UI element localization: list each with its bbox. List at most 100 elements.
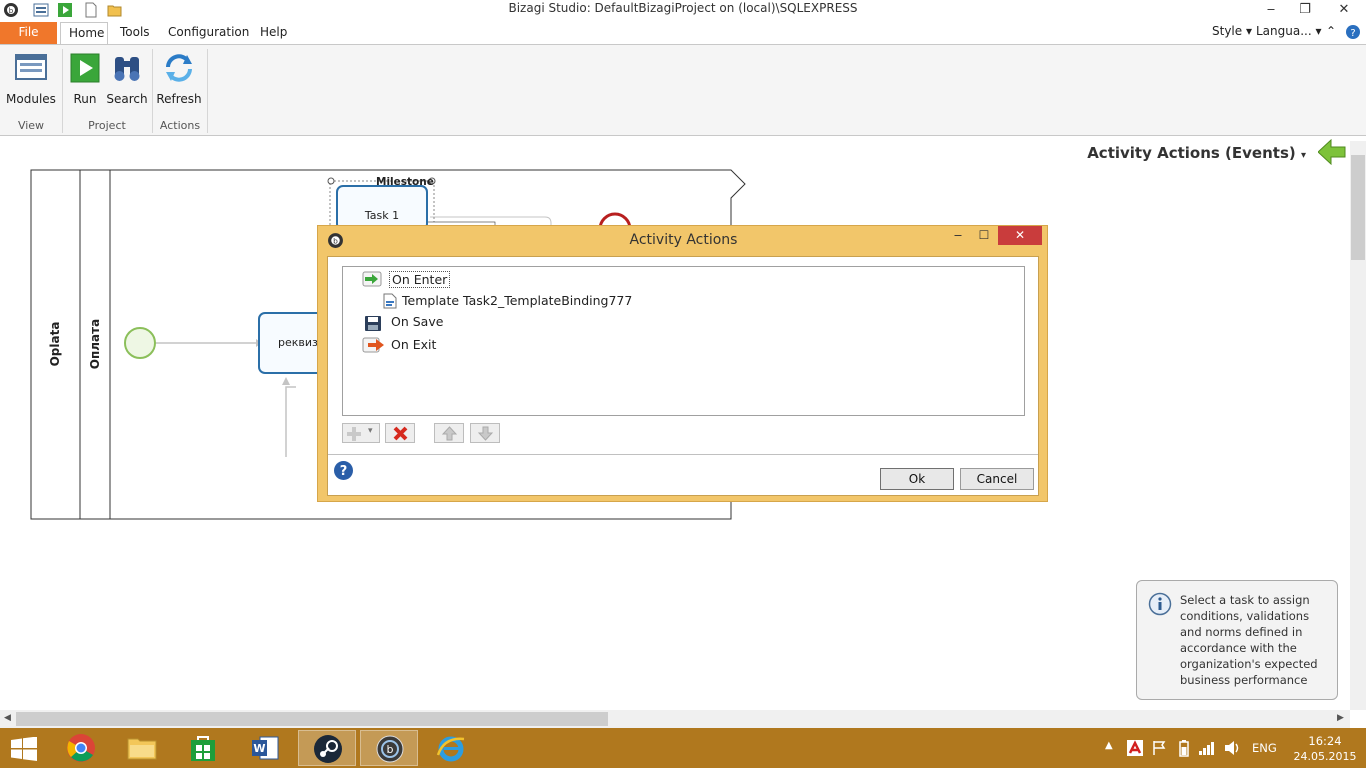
- dialog-title: Activity Actions: [629, 232, 738, 248]
- dialog-maximize-button[interactable]: ☐: [973, 228, 995, 242]
- actions-tree[interactable]: On Enter Template Task2_TemplateBinding7…: [342, 266, 1025, 416]
- panel-title-text: Activity Actions (Events): [1087, 144, 1296, 162]
- chrome-icon: [67, 734, 95, 762]
- style-menu[interactable]: Style ▾: [1212, 24, 1252, 38]
- task-1-label: Task 1: [364, 209, 400, 222]
- taskbar-internet-explorer[interactable]: [422, 730, 480, 766]
- signal-icon[interactable]: [1198, 740, 1216, 756]
- delete-action-button[interactable]: [385, 423, 415, 443]
- style-menu-label: Style: [1212, 24, 1243, 38]
- modules-icon: [15, 54, 47, 80]
- language-menu[interactable]: Langua... ▾: [1256, 24, 1322, 38]
- lane-label: Оплата: [82, 317, 108, 377]
- dialog-minimize-button[interactable]: ‒: [947, 228, 969, 243]
- run-button[interactable]: Run: [68, 51, 102, 106]
- taskbar-chrome[interactable]: [52, 730, 110, 766]
- search-label: Search: [106, 92, 148, 106]
- svg-text:W: W: [253, 742, 265, 755]
- scroll-left-arrow-icon[interactable]: ◀: [4, 713, 11, 723]
- scroll-right-arrow-icon[interactable]: ▶: [1337, 713, 1344, 723]
- binoculars-icon: [114, 57, 140, 81]
- close-button[interactable]: ✕: [1322, 0, 1366, 20]
- vertical-scroll-thumb[interactable]: [1351, 155, 1365, 260]
- horizontal-scrollbar[interactable]: ◀ ▶: [0, 710, 1350, 728]
- plus-icon: [347, 427, 361, 441]
- pool-label-text: Oplata: [48, 321, 62, 367]
- tree-node-on-exit[interactable]: On Exit: [391, 337, 436, 352]
- cancel-button[interactable]: Cancel: [960, 468, 1034, 490]
- word-icon: W: [252, 736, 279, 760]
- dialog-close-button[interactable]: ✕: [998, 226, 1042, 245]
- template-doc-icon: [383, 293, 397, 309]
- help-icon[interactable]: ?: [1345, 24, 1361, 40]
- activity-actions-dialog: b Activity Actions ‒ ☐ ✕ On Enter Templa…: [317, 225, 1048, 502]
- taskbar-steam[interactable]: [298, 730, 356, 766]
- search-button[interactable]: Search: [106, 51, 148, 106]
- collapse-ribbon-icon[interactable]: ⌃: [1326, 24, 1336, 38]
- chevron-down-icon: ▾: [1300, 150, 1306, 161]
- add-action-button[interactable]: ▾: [342, 423, 380, 443]
- modules-label: Modules: [6, 92, 56, 106]
- refresh-button[interactable]: Refresh: [156, 51, 202, 106]
- tab-configuration[interactable]: Configuration: [160, 22, 257, 44]
- show-hidden-icons-icon[interactable]: ▲: [1105, 740, 1113, 751]
- svg-text:?: ?: [1350, 28, 1355, 39]
- tree-node-on-save[interactable]: On Save: [391, 314, 443, 329]
- activity-actions-panel-title[interactable]: Activity Actions (Events) ▾: [1087, 144, 1306, 162]
- antivirus-icon[interactable]: [1127, 740, 1143, 756]
- taskbar-explorer[interactable]: [113, 730, 171, 766]
- language-indicator[interactable]: ENG: [1252, 741, 1277, 755]
- clock-time[interactable]: 16:24: [1300, 734, 1350, 748]
- floppy-disk-icon: [365, 316, 381, 331]
- tab-tools[interactable]: Tools: [112, 22, 158, 44]
- bizagi-logo-icon: b: [376, 735, 404, 763]
- group-view: View: [17, 119, 45, 132]
- windows-start-icon[interactable]: [10, 737, 38, 761]
- info-text: Select a task to assign conditions, vali…: [1180, 593, 1318, 687]
- refresh-label: Refresh: [156, 92, 202, 106]
- start-event[interactable]: [124, 327, 156, 359]
- taskbar: W b ▲ ENG 16:24 24.05.2015: [0, 728, 1366, 768]
- battery-icon[interactable]: [1178, 739, 1190, 757]
- modules-button[interactable]: Modules: [6, 51, 56, 106]
- tab-home[interactable]: Home: [60, 22, 108, 44]
- lane-label-text: Оплата: [88, 318, 102, 370]
- vertical-scrollbar[interactable]: [1350, 141, 1366, 710]
- speaker-icon[interactable]: [1224, 740, 1242, 756]
- enter-arrow-icon: [362, 271, 382, 287]
- tree-node-on-enter[interactable]: On Enter: [389, 271, 451, 288]
- taskbar-store[interactable]: [174, 730, 232, 766]
- tree-node-template[interactable]: Template Task2_TemplateBinding777: [402, 293, 632, 308]
- group-actions: Actions: [159, 119, 201, 132]
- help-icon[interactable]: ?: [333, 460, 354, 481]
- horizontal-scroll-thumb[interactable]: [16, 712, 608, 726]
- back-arrow-icon[interactable]: [1318, 139, 1346, 165]
- tab-file[interactable]: File: [0, 22, 57, 44]
- dialog-footer-divider: [328, 454, 1038, 455]
- move-up-button[interactable]: [434, 423, 464, 443]
- move-down-button[interactable]: [470, 423, 500, 443]
- taskbar-word[interactable]: W: [236, 730, 294, 766]
- taskbar-bizagi[interactable]: b: [360, 730, 418, 766]
- red-x-icon: [393, 426, 408, 441]
- exit-arrow-icon: [362, 337, 384, 353]
- info-box: Select a task to assign conditions, vali…: [1136, 580, 1338, 700]
- steam-icon: [314, 735, 342, 763]
- pool-label: Oplata: [40, 317, 70, 377]
- minimize-button[interactable]: ‒: [1256, 0, 1286, 20]
- ok-button[interactable]: Ok: [880, 468, 954, 490]
- ribbon: Modules Run Search Refresh View Project …: [0, 44, 1366, 136]
- flag-icon[interactable]: [1151, 740, 1167, 756]
- window-title: Bizagi Studio: DefaultBizagiProject on (…: [508, 1, 858, 15]
- restore-button[interactable]: ❐: [1290, 0, 1320, 20]
- tab-help[interactable]: Help: [252, 22, 295, 44]
- store-icon: [191, 736, 215, 761]
- folder-icon: [127, 738, 157, 760]
- svg-text:?: ?: [340, 464, 348, 479]
- run-icon: [70, 53, 100, 83]
- group-separator: [207, 49, 208, 133]
- chevron-down-icon: ▾: [368, 426, 373, 436]
- clock-date[interactable]: 24.05.2015: [1290, 750, 1360, 763]
- run-label: Run: [73, 92, 97, 106]
- info-icon: [1148, 592, 1172, 616]
